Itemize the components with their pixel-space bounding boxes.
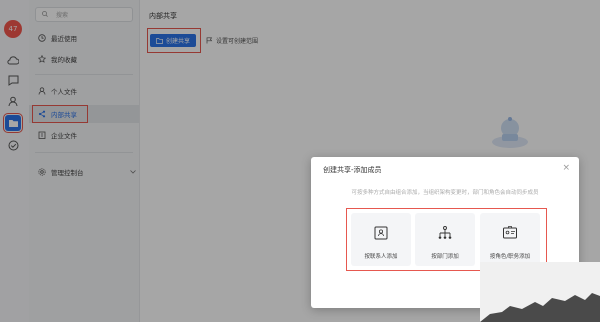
dialog-hint: 可按多种方式自由组合添加，当组织架构变更时，部门和角色会自动同步成员 [351,190,539,196]
add-by-role-option[interactable]: 按角色/职务添加 [480,213,540,266]
id-badge-icon [503,226,517,239]
add-by-department-option[interactable]: 按部门添加 [415,213,475,266]
add-by-contact-option[interactable]: 按联系人添加 [351,213,411,266]
close-icon[interactable]: × [562,163,570,173]
option-label: 按角色/职务添加 [489,254,531,260]
cropped-corner [480,262,600,322]
contact-card-icon [374,226,388,240]
dialog-title: 创建共享-添加成员 [323,166,382,174]
option-label: 按部门添加 [431,254,459,260]
org-tree-icon [438,226,452,239]
option-label: 按联系人添加 [364,254,398,260]
